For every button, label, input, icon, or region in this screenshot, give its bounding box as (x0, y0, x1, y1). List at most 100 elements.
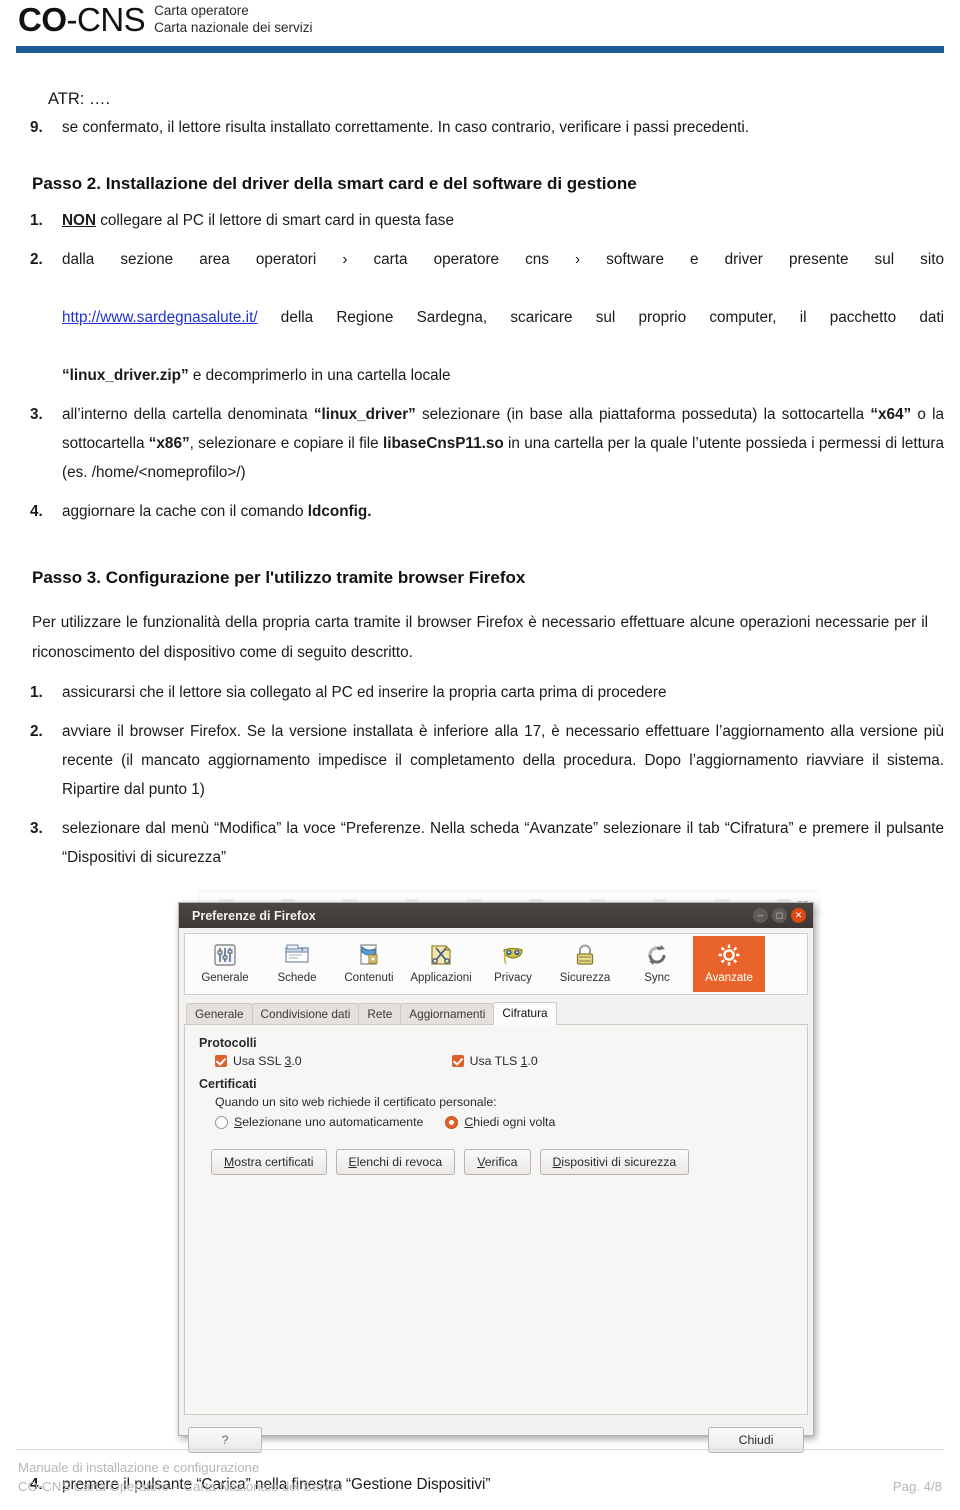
list-item-text: collegare al PC il lettore di smart card… (96, 212, 454, 229)
subtab-aggiornamenti[interactable]: Aggiornamenti (400, 1003, 495, 1025)
passo2-heading: Passo 2. Installazione del driver della … (32, 172, 944, 196)
documents-icon (356, 940, 382, 970)
label-rest: hiedi ogni volta (473, 1115, 556, 1129)
toolbar-item-applicazioni[interactable]: Applicazioni (405, 936, 477, 992)
seg-7: , selezionare e copiare il file (189, 435, 383, 452)
radio-icon (215, 1115, 228, 1129)
elenchi-di-revoca-button[interactable]: Elenchi di revoca (335, 1149, 456, 1175)
gear-icon (716, 940, 742, 970)
list-item-number: 1. (30, 212, 43, 229)
mostra-certificati-button[interactable]: Mostra certificati (211, 1149, 327, 1175)
subtab-rete[interactable]: Rete (358, 1003, 402, 1025)
preferences-subtabs: Generale Condivisione dati Rete Aggiorna… (184, 1002, 808, 1025)
radio-selezionane-automaticamente[interactable]: Selezionane uno automaticamente (215, 1115, 423, 1129)
mask-icon (500, 940, 526, 970)
list-item-line3-rest: e decomprimerlo in una cartella locale (188, 367, 451, 384)
padlock-icon (572, 940, 598, 970)
checkbox-usa-tls[interactable]: Usa TLS 1.0 (451, 1054, 538, 1068)
list-item-text: selezionare dal menù “Modifica” la voce … (62, 820, 944, 866)
toolbar-item-contenuti[interactable]: Contenuti (333, 936, 405, 992)
list-item-line2: http://www.sardegnasalute.it/ della Regi… (62, 303, 944, 361)
checkbox-icon (215, 1055, 227, 1067)
certificati-question: Quando un sito web richiede il certifica… (215, 1095, 497, 1109)
logo-subtitle-line2: Carta nazionale dei servizi (154, 20, 313, 35)
toolbar-label: Sync (644, 972, 670, 984)
button-label: erifica (484, 1155, 518, 1169)
header-divider-bar (16, 46, 944, 53)
list-item: 4. aggiornare la cache con il comando ld… (16, 497, 944, 526)
checkbox-usa-ssl[interactable]: Usa SSL 3.0 (215, 1054, 302, 1068)
footer-left-text: Manuale di installazione e configurazion… (18, 1458, 343, 1496)
list-item-number: 3. (30, 820, 43, 837)
x86-emphasis: “x86” (148, 435, 190, 452)
verifica-button[interactable]: Verifica (464, 1149, 531, 1175)
toolbar-item-sicurezza[interactable]: Sicurezza (549, 936, 621, 992)
checkbox-icon (451, 1055, 464, 1067)
close-icon[interactable]: ✕ (791, 908, 806, 923)
button-label: ispositivi di sicurezza (561, 1155, 677, 1169)
label-part-a: Usa SSL (233, 1054, 285, 1068)
tabs-window-icon: x (284, 940, 310, 970)
button-label: lenchi di revoca (356, 1155, 443, 1169)
preferences-toolbar: Generale x Schede Contenuti Applicazioni… (184, 933, 808, 995)
maximize-icon[interactable]: ◻ (772, 908, 787, 923)
list-item-line2-rest: della Regione Sardegna, scaricare sul pr… (257, 309, 944, 326)
list-item: 9. se confermato, il lettore risulta ins… (16, 113, 944, 142)
subtab-condivisione-dati[interactable]: Condivisione dati (251, 1003, 360, 1025)
dialog-title: Preferenze di Firefox (192, 908, 316, 923)
atr-line: ATR: …. (48, 90, 111, 108)
list-item-number: 3. (30, 406, 43, 423)
passo2-heading-rest: Installazione del driver della smart car… (101, 174, 637, 193)
seg-1: all’interno della cartella denominata (62, 406, 314, 423)
step9-list: 9. se confermato, il lettore risulta ins… (16, 113, 944, 142)
label-accesskey: S (234, 1115, 243, 1129)
list-item-line3: “linux_driver.zip” e decomprimerlo in un… (62, 361, 944, 390)
toolbar-item-privacy[interactable]: Privacy (477, 936, 549, 992)
label-part-b: .0 (527, 1054, 538, 1068)
checkbox-label: Usa SSL 3.0 (233, 1054, 302, 1068)
dialog-titlebar: Preferenze di Firefox – ◻ ✕ (179, 903, 813, 928)
minimize-icon[interactable]: – (753, 908, 768, 923)
protocolli-group-title: Protocolli (199, 1036, 257, 1050)
radio-label: Chiedi ogni volta (464, 1115, 555, 1129)
sliders-icon (212, 940, 238, 970)
toolbar-label: Schede (277, 972, 317, 984)
footer-line2: CO-CNS Carta Operatore – Carta Nazionale… (18, 1479, 343, 1494)
subtab-cifratura[interactable]: Cifratura (493, 1002, 557, 1025)
button-label: ostra certificati (234, 1155, 314, 1169)
button-accesskey: V (477, 1155, 485, 1169)
seg-3: selezionare (in base alla piattaforma po… (415, 406, 871, 423)
button-accesskey: M (224, 1155, 235, 1169)
toolbar-item-sync[interactable]: Sync (621, 936, 693, 992)
non-emphasis: NON (62, 212, 96, 229)
radio-icon (445, 1115, 459, 1129)
toolbar-item-generale[interactable]: Generale (189, 936, 261, 992)
cifratura-panel: Protocolli Usa SSL 3.0 Usa TLS 1.0 Certi… (184, 1024, 808, 1415)
list-item-text: se confermato, il lettore risulta instal… (62, 119, 749, 136)
list-item-number: 9. (30, 119, 43, 136)
radio-chiedi-ogni-volta[interactable]: Chiedi ogni volta (445, 1115, 555, 1129)
subtab-generale[interactable]: Generale (186, 1003, 253, 1025)
passo3-list: 1. assicurarsi che il lettore sia colleg… (16, 678, 944, 872)
scissors-page-icon (428, 940, 454, 970)
firefox-preferences-screenshot: ns Preferenze di Firefox – ◻ ✕ (16, 890, 944, 1460)
passo2-heading-prefix: Passo 2. (32, 174, 101, 193)
list-item-text: aggiornare la cache con il comando (62, 503, 308, 520)
logo-subtitle: Carta operatore Carta nazionale dei serv… (154, 2, 312, 36)
toolbar-item-avanzate[interactable]: Avanzate (693, 936, 765, 992)
list-item-number: 4. (30, 503, 43, 520)
toolbar-label: Contenuti (344, 972, 394, 984)
passo3-heading-rest: Configurazione per l'utilizzo tramite br… (101, 568, 526, 587)
logo-subtitle-line1: Carta operatore (154, 3, 249, 18)
toolbar-item-schede[interactable]: x Schede (261, 936, 333, 992)
label-accesskey: C (464, 1115, 474, 1129)
sardegnasalute-link[interactable]: http://www.sardegnasalute.it/ (62, 309, 258, 326)
list-item-text: avviare il browser Firefox. Se la versio… (62, 723, 944, 798)
passo3-heading: Passo 3. Configurazione per l'utilizzo t… (32, 566, 944, 590)
protocolli-row: Usa SSL 3.0 Usa TLS 1.0 (215, 1054, 793, 1068)
certificati-button-row: Mostra certificati Elenchi di revoca Ver… (211, 1149, 793, 1175)
linux-driver-emphasis: “linux_driver” (313, 406, 416, 423)
list-item: 1. assicurarsi che il lettore sia colleg… (16, 678, 944, 707)
dispositivi-di-sicurezza-button[interactable]: Dispositivi di sicurezza (539, 1149, 690, 1175)
label-part-b: .0 (291, 1054, 302, 1068)
